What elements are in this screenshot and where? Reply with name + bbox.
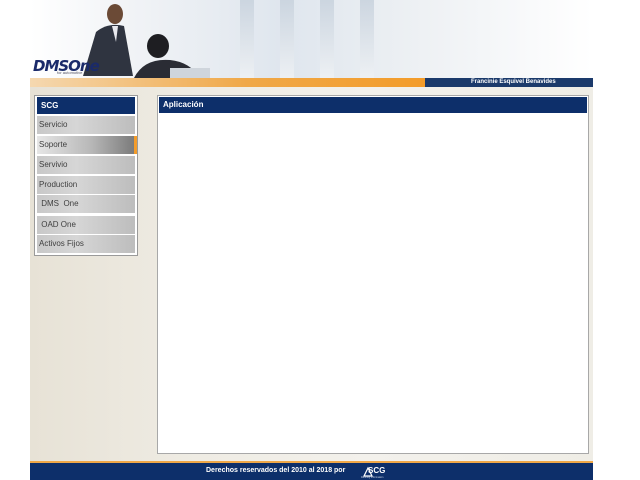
menu-title: SCG [37, 97, 135, 114]
banner-window-decoration [240, 0, 254, 78]
banner-window-decoration [280, 0, 294, 78]
header-banner: DMSOne for automotive [30, 0, 593, 78]
user-name-bar: Francinie Esquivel Benavides [425, 78, 593, 87]
menu-item-dms-one[interactable]: DMS One [37, 195, 135, 213]
page-frame: DMSOne for automotive Francinie Esquivel… [30, 0, 593, 480]
panel-title: Aplicación [159, 97, 587, 113]
scg-logo-tagline: Defining Information [361, 476, 384, 479]
header-accent-strip [30, 78, 425, 87]
footer: Derechos reservados del 2010 al 2018 por… [30, 461, 593, 480]
menu-item-soporte[interactable]: Soporte [37, 136, 137, 154]
menu-item-production[interactable]: Production [37, 176, 135, 194]
application-panel: Aplicación [157, 95, 589, 454]
menu-item-oad-one[interactable]: OAD One [37, 216, 135, 234]
banner-photo-person [134, 34, 210, 78]
footer-accent-line [30, 461, 593, 463]
menu-item-servicio[interactable]: Servicio [37, 116, 135, 134]
side-menu: SCG Servicio Soporte Servivio Production… [34, 95, 138, 256]
scg-logo-text: SCG [368, 466, 386, 475]
banner-window-decoration [320, 0, 334, 78]
menu-item-servivio[interactable]: Servivio [37, 156, 135, 174]
user-name: Francinie Esquivel Benavides [471, 79, 556, 85]
copyright-text: Derechos reservados del 2010 al 2018 por [206, 467, 346, 474]
menu-item-activos-fijos[interactable]: Activos Fijos [37, 235, 135, 253]
banner-window-decoration [360, 0, 374, 78]
logo-tagline: for automotive [57, 70, 83, 75]
